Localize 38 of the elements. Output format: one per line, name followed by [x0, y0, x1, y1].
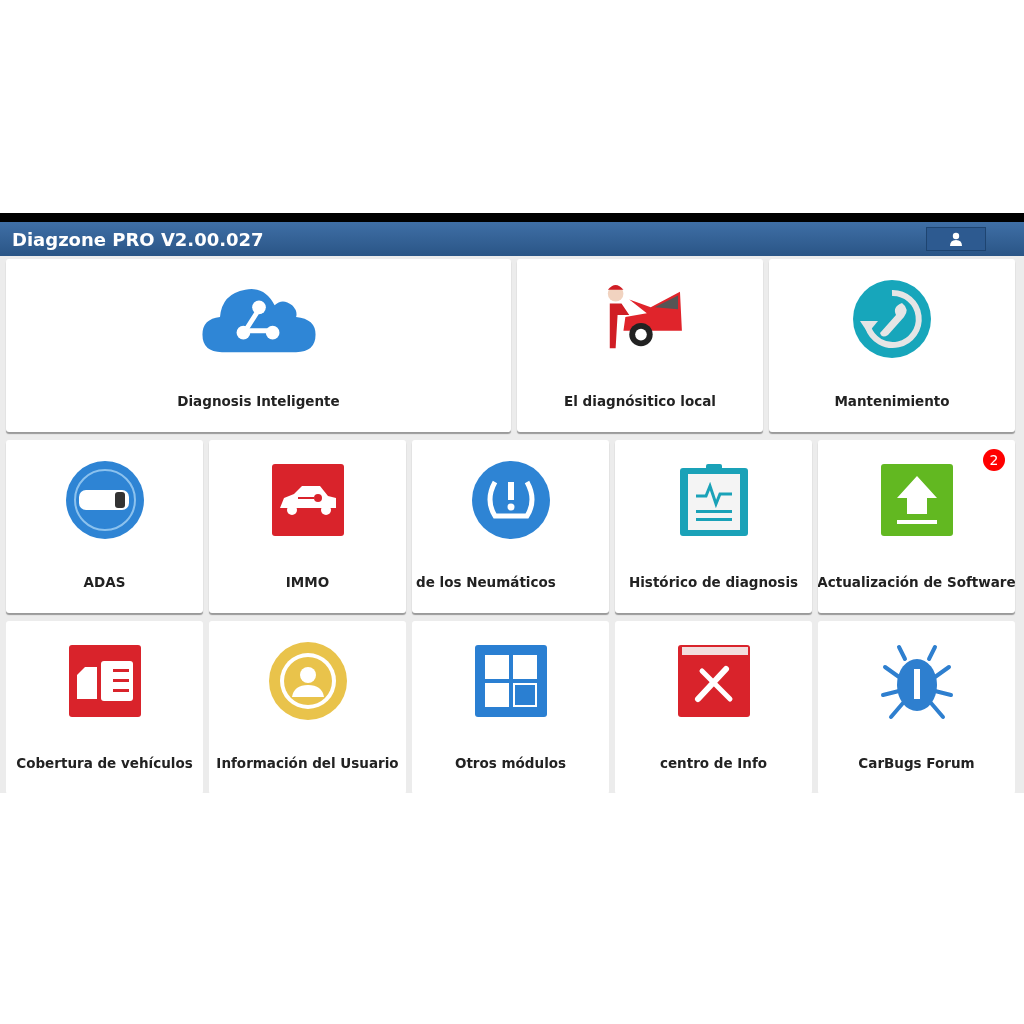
tile-label: Diagnosis Inteligente	[177, 393, 340, 409]
module-tile[interactable]: IMMO	[209, 440, 406, 613]
tile-label: Actualización de Software	[818, 574, 1015, 590]
user-icon	[949, 232, 963, 246]
tile-label: IMMO	[285, 574, 330, 590]
car-key-icon	[271, 464, 344, 536]
module-tile[interactable]: Diagnosis Inteligente	[6, 259, 511, 432]
module-tile[interactable]: Otros módulos	[412, 621, 609, 793]
module-tile[interactable]: Actualización de Software 2	[818, 440, 1015, 613]
window-title: Diagzone PRO V2.00.027	[12, 228, 264, 250]
clipboard-icon	[677, 464, 750, 536]
tile-label: Mantenimiento	[834, 393, 950, 409]
car-checklist-icon	[68, 645, 141, 717]
user-button[interactable]	[926, 227, 986, 251]
tile-label: Información del Usuario	[216, 755, 399, 771]
tile-label: Otros módulos	[454, 755, 567, 771]
user-profile-icon	[267, 641, 348, 721]
tile-label: CarBugs Forum	[858, 755, 975, 771]
tile-label: centro de Info	[659, 755, 768, 771]
tire-pressure-icon	[470, 460, 551, 540]
module-tile[interactable]: Cobertura de vehículos	[6, 621, 203, 793]
module-tile[interactable]: Información del Usuario	[209, 621, 406, 793]
module-tile[interactable]: centro de Info	[615, 621, 812, 793]
tile-label: Cobertura de vehículos	[16, 755, 193, 771]
car-sensor-icon	[64, 460, 145, 540]
tile-label: Histórico de diagnosis	[628, 574, 799, 590]
upload-icon	[880, 464, 953, 536]
tile-label: de los Neumáticos	[416, 574, 556, 590]
tile-label: ADAS	[83, 574, 126, 590]
tile-label: El diagnósitico local	[564, 393, 716, 409]
notification-badge: 2	[983, 449, 1005, 471]
grid-icon	[474, 645, 547, 717]
module-tile[interactable]: Histórico de diagnosis	[615, 440, 812, 613]
module-tile[interactable]: CarBugs Forum	[818, 621, 1015, 793]
module-tile[interactable]: El diagnósitico local	[517, 259, 763, 432]
module-tile[interactable]: Mantenimiento	[769, 259, 1015, 432]
module-tile[interactable]: ADAS	[6, 440, 203, 613]
module-tile[interactable]: de los Neumáticos	[412, 440, 609, 613]
